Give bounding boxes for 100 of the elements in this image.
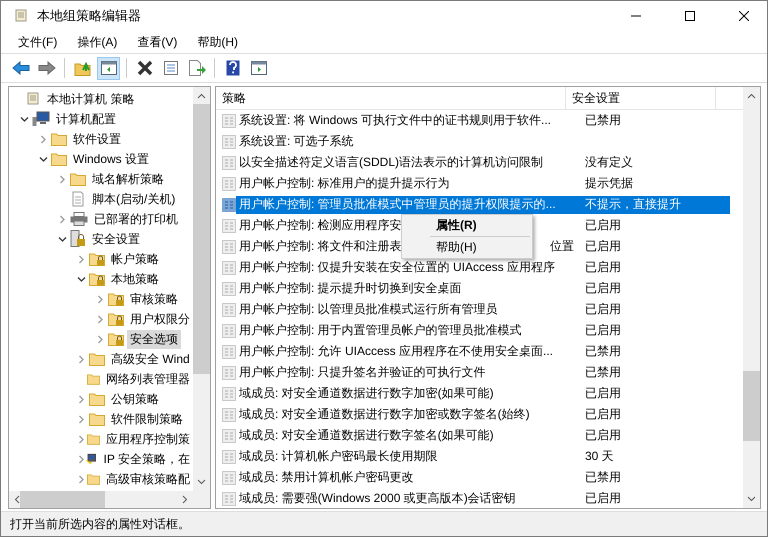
tree-item[interactable]: 本地策略 xyxy=(108,270,162,288)
tree-item[interactable]: 公钥策略 xyxy=(108,390,162,408)
table-cell-text: 没有定义 xyxy=(584,154,633,171)
expand-chevron-icon[interactable] xyxy=(96,294,105,304)
tree-item[interactable]: 安全选项 xyxy=(127,330,181,348)
scroll-left-icon[interactable] xyxy=(14,495,20,504)
table-cell-text: 系统设置: 将 Windows 可执行文件中的证书规则用于软件... xyxy=(238,112,552,129)
export-icon xyxy=(188,60,206,76)
scroll-down-icon[interactable] xyxy=(747,496,756,502)
tree-item[interactable]: 高级安全 Wind xyxy=(108,350,193,368)
expand-chevron-icon[interactable] xyxy=(77,394,86,404)
vertical-scrollbar[interactable] xyxy=(743,87,760,508)
scroll-up-icon[interactable] xyxy=(747,93,756,99)
column-header[interactable]: 策略 xyxy=(216,87,566,109)
expand-chevron-icon[interactable] xyxy=(77,454,86,464)
policy-icon xyxy=(222,176,236,190)
table-cell-text: 用户帐户控制: 允许 UIAccess 应用程序在不使用安全桌面... xyxy=(238,343,554,360)
tree-item[interactable]: 计算机配置 xyxy=(53,110,119,128)
expand-chevron-icon[interactable] xyxy=(58,174,67,184)
menu-item[interactable]: 帮助(H) xyxy=(402,239,532,256)
policy-icon xyxy=(222,366,236,380)
policy-icon xyxy=(222,302,236,316)
table-cell-text: 提示凭据 xyxy=(584,175,633,192)
policy-icon xyxy=(222,198,236,212)
expand-chevron-icon[interactable] xyxy=(77,354,86,364)
table-cell-text: 域成员: 对安全通道数据进行数字加密(如果可能) xyxy=(238,385,494,402)
menu-item[interactable]: 帮助(H) xyxy=(188,32,247,52)
table-cell-text: 用户帐户控制: 仅提升安装在安全位置的 UIAccess 应用程序 xyxy=(238,259,556,276)
properties-icon xyxy=(162,60,178,76)
scrollbar-thumb[interactable] xyxy=(193,104,210,374)
tree-item[interactable]: 域名解析策略 xyxy=(89,170,167,188)
tree-item[interactable]: 应用程序控制策 xyxy=(103,430,193,448)
printer-icon xyxy=(70,212,88,226)
table-cell-text: 已启用 xyxy=(584,259,621,276)
toolbar-button[interactable] xyxy=(97,56,120,80)
horizontal-scrollbar[interactable] xyxy=(9,491,210,508)
menu-item[interactable]: 属性(R) xyxy=(402,217,532,234)
monitor-key-icon xyxy=(86,451,98,467)
scrollbar-thumb[interactable] xyxy=(20,491,105,508)
table-cell-text: 用户帐户控制: 将文件和注册表 xyxy=(238,238,402,255)
close-icon xyxy=(739,11,749,21)
vertical-scrollbar[interactable] xyxy=(193,87,210,491)
policy-icon xyxy=(222,114,236,128)
tree-item[interactable]: 脚本(启动/关机) xyxy=(89,190,178,208)
folder-icon xyxy=(86,472,100,486)
scroll-up-icon[interactable] xyxy=(197,93,206,99)
tree-item[interactable]: 审核策略 xyxy=(127,290,181,308)
menu-item[interactable]: 操作(A) xyxy=(68,32,126,52)
expand-chevron-icon[interactable] xyxy=(77,434,86,444)
table-cell-text: 域成员: 对安全通道数据进行数字签名(如果可能) xyxy=(238,427,494,444)
tree-item[interactable]: 高级审核策略配 xyxy=(103,470,193,488)
menu-item[interactable]: 查看(V) xyxy=(128,32,186,52)
collapse-chevron-icon[interactable] xyxy=(58,234,67,244)
table-cell-text: 域成员: 需要强(Windows 2000 或更高版本)会话密钥 xyxy=(238,490,516,507)
expand-chevron-icon[interactable] xyxy=(39,134,48,144)
tree-item[interactable]: 用户权限分 xyxy=(127,310,193,328)
locked-folder-icon xyxy=(89,252,105,266)
tree-item[interactable]: 本地计算机 策略 xyxy=(44,90,138,108)
column-header[interactable]: 安全设置 xyxy=(566,87,716,109)
expand-chevron-icon[interactable] xyxy=(58,214,67,224)
policy-icon xyxy=(222,134,236,148)
policy-icon xyxy=(222,218,236,232)
menu-item[interactable]: 文件(F) xyxy=(9,32,66,52)
table-cell-text: 30 天 xyxy=(584,448,614,465)
tree-item[interactable]: 软件限制策略 xyxy=(108,410,186,428)
expand-chevron-icon[interactable] xyxy=(96,314,105,324)
table-cell-text: 不提示，直接提升 xyxy=(584,196,681,213)
expand-chevron-icon[interactable] xyxy=(77,414,86,424)
scrollbar-thumb[interactable] xyxy=(743,371,760,441)
scroll-down-icon[interactable] xyxy=(197,479,206,485)
table-cell-text: 用户帐户控制: 用于内置管理员帐户的管理员批准模式 xyxy=(238,322,522,339)
tree-item[interactable]: 帐户策略 xyxy=(108,250,162,268)
tree-item[interactable]: 软件设置 xyxy=(70,130,124,148)
policy-icon xyxy=(222,386,236,400)
tree-item[interactable]: 网络列表管理器 xyxy=(103,370,193,388)
tree-item[interactable]: Windows 设置 xyxy=(70,150,152,168)
policy-icon xyxy=(222,260,236,274)
folder-icon xyxy=(89,392,105,406)
table-cell-text: 已启用 xyxy=(584,238,621,255)
tree-item[interactable]: 安全设置 xyxy=(89,230,143,248)
table-cell-text: 已启用 xyxy=(584,217,621,234)
table-cell-text: 已启用 xyxy=(584,385,621,402)
policy-icon xyxy=(222,492,236,506)
collapse-chevron-icon[interactable] xyxy=(20,114,29,124)
expand-chevron-icon[interactable] xyxy=(96,334,105,344)
expand-chevron-icon[interactable] xyxy=(77,254,86,264)
tree-item[interactable]: IP 安全策略，在 xyxy=(100,450,193,468)
forward-arrow-icon xyxy=(38,61,56,75)
table-cell-text: 已启用 xyxy=(584,406,621,423)
collapse-chevron-icon[interactable] xyxy=(39,154,48,164)
tree-item[interactable]: 已部署的打印机 xyxy=(91,210,181,228)
table-cell-text: 已启用 xyxy=(584,427,621,444)
panel-toggle-icon xyxy=(100,61,116,75)
scroll-right-icon[interactable] xyxy=(182,495,188,504)
policy-icon xyxy=(222,282,236,296)
table-cell-text: 以安全描述符定义语言(SDDL)语法表示的计算机访问限制 xyxy=(238,154,544,171)
expand-chevron-icon[interactable] xyxy=(77,474,86,484)
table-cell-text: 用户帐户控制: 检测应用程序安 xyxy=(238,217,402,234)
table-cell-text: 已禁用 xyxy=(584,343,621,360)
collapse-chevron-icon[interactable] xyxy=(77,274,86,284)
